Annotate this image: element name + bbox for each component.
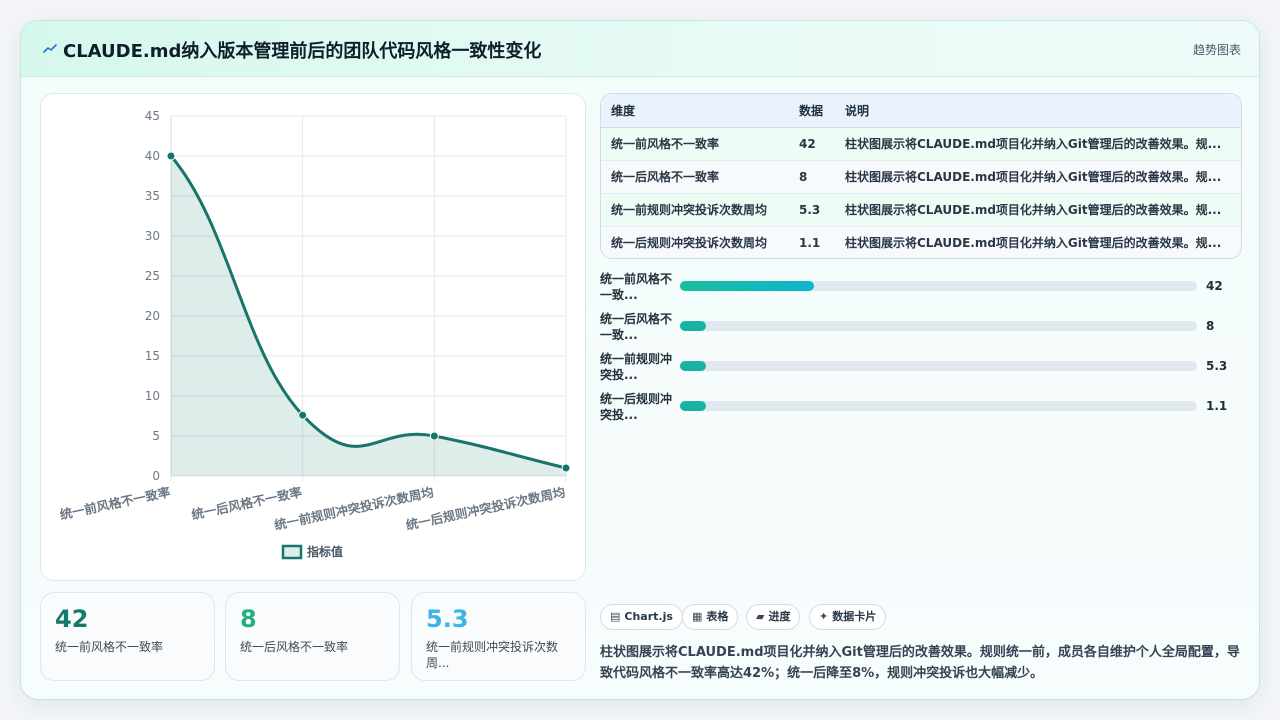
table-header-description: 说明	[835, 94, 1241, 128]
progress-fill	[680, 321, 706, 331]
progress-row: 统一前风格不一致... 42	[600, 271, 1242, 303]
progress-track	[680, 361, 1197, 371]
chip-label: 进度	[768, 610, 791, 623]
table-cell-description: 柱状图展示将CLAUDE.md项目化并纳入Git管理后的改善效果。规...	[835, 159, 1241, 193]
table-cell-value: 5.3	[789, 192, 835, 226]
card-header: CLAUDE.md纳入版本管理前后的团队代码风格一致性变化 趋势图表	[21, 21, 1259, 77]
stat-label: 统一后风格不一致率	[240, 640, 349, 654]
chip-label: Chart.js	[624, 610, 673, 623]
progress-track	[680, 281, 1197, 291]
page-title: CLAUDE.md纳入版本管理前后的团队代码风格一致性变化	[63, 41, 542, 62]
y-tick-label: 40	[145, 149, 160, 163]
progress-icon: ▰	[756, 610, 765, 623]
progress-row: 统一前规则冲突投... 5.3	[600, 351, 1242, 383]
stat-card: 8 统一后风格不一致率	[225, 592, 400, 681]
data-point	[298, 410, 308, 420]
y-tick-label: 5	[152, 429, 160, 443]
line-chart-panel: 0 5 10 15 20 25 30 35 40 45 统一前风格不一致率 统一后风格不一致率 统一前规…	[40, 93, 586, 581]
table-cell-dimension: 统一前风格不一致率	[601, 126, 789, 160]
y-tick-label: 30	[145, 229, 160, 243]
y-tick-label: 45	[145, 109, 160, 123]
summary-text: 柱状图展示将CLAUDE.md项目化并纳入Git管理后的改善效果。规则统一前，成…	[600, 645, 1240, 681]
table-cell-description: 柱状图展示将CLAUDE.md项目化并纳入Git管理后的改善效果。规...	[835, 225, 1241, 258]
table-icon: ▦	[692, 610, 703, 623]
chart-type-tag: 趋势图表	[1192, 43, 1241, 57]
stat-value: 42	[55, 605, 89, 633]
table-header-row: 维度 数据 说明	[601, 94, 1241, 128]
data-point	[429, 431, 439, 441]
chip-progress[interactable]: ▰ 进度	[746, 604, 801, 630]
table-header-dimension: 维度	[601, 94, 789, 128]
y-tick-label: 25	[145, 269, 160, 283]
progress-label: 统一前风格不一致...	[600, 272, 673, 302]
trend-icon	[43, 44, 57, 53]
progress-label: 统一前规则冲突投...	[600, 352, 673, 382]
y-tick-label: 0	[152, 469, 160, 483]
progress-label: 统一后规则冲突投...	[600, 392, 673, 422]
data-table: 维度 数据 说明 统一前风格不一致率 42 柱状图展示将CLAUDE.md项目化…	[600, 93, 1242, 259]
table-row: 统一前规则冲突投诉次数周均 5.3 柱状图展示将CLAUDE.md项目化并纳入G…	[601, 192, 1241, 226]
table-cell-dimension: 统一后风格不一致率	[601, 159, 789, 193]
table-cell-description: 柱状图展示将CLAUDE.md项目化并纳入Git管理后的改善效果。规...	[835, 192, 1241, 226]
table-cell-dimension: 统一前规则冲突投诉次数周均	[601, 192, 789, 226]
chip-chartjs[interactable]: ▤ Chart.js	[600, 604, 683, 630]
y-tick-label: 20	[145, 309, 160, 323]
chart-icon: ▤	[610, 610, 621, 623]
stat-card: 42 统一前风格不一致率	[40, 592, 215, 681]
progress-fill	[680, 361, 706, 371]
table-cell-dimension: 统一后规则冲突投诉次数周均	[601, 225, 789, 258]
table-header-value: 数据	[789, 94, 835, 128]
chip-table[interactable]: ▦ 表格	[682, 604, 739, 630]
progress-value: 5.3	[1206, 359, 1228, 373]
progress-track	[680, 401, 1197, 411]
stat-label: 统一前风格不一致率	[55, 640, 164, 654]
sparkle-icon: ✦	[819, 610, 829, 623]
y-tick-label: 10	[145, 389, 160, 403]
dashboard-card: CLAUDE.md纳入版本管理前后的团队代码风格一致性变化 趋势图表 0 5 10 1…	[20, 20, 1260, 700]
chip-data-cards[interactable]: ✦ 数据卡片	[809, 604, 887, 630]
progress-track	[680, 321, 1197, 331]
legend-swatch	[281, 544, 303, 560]
progress-value: 8	[1206, 319, 1215, 333]
table-row: 统一后风格不一致率 8 柱状图展示将CLAUDE.md项目化并纳入Git管理后的…	[601, 159, 1241, 193]
x-tick-label: 统一前风格不一致率	[58, 484, 172, 522]
chip-label: 表格	[706, 610, 729, 623]
data-point	[561, 463, 571, 473]
table-cell-value: 1.1	[789, 225, 835, 258]
progress-value: 1.1	[1206, 399, 1228, 413]
table-row: 统一前风格不一致率 42 柱状图展示将CLAUDE.md项目化并纳入Git管理后…	[601, 126, 1241, 160]
table-row: 统一后规则冲突投诉次数周均 1.1 柱状图展示将CLAUDE.md项目化并纳入G…	[601, 225, 1241, 258]
chip-label: 数据卡片	[832, 610, 877, 623]
progress-row: 统一后规则冲突投... 1.1	[600, 391, 1242, 423]
stat-label: 统一前规则冲突投诉次数周...	[426, 640, 559, 670]
table-cell-description: 柱状图展示将CLAUDE.md项目化并纳入Git管理后的改善效果。规...	[835, 126, 1241, 160]
progress-fill	[680, 281, 815, 291]
stat-value: 8	[240, 605, 257, 633]
y-tick-label: 35	[145, 189, 160, 203]
line-chart: 051015202530354045统一前风格不一致率 统一后风格不一致率统一前规…	[58, 109, 571, 560]
table-cell-value: 8	[789, 159, 835, 193]
stat-value: 5.3	[426, 605, 469, 633]
progress-fill	[680, 401, 706, 411]
progress-row: 统一后风格不一致... 8	[600, 311, 1242, 343]
data-point	[166, 151, 176, 161]
stat-card: 5.3 统一前规则冲突投诉次数周...	[411, 592, 586, 681]
progress-value: 42	[1206, 279, 1223, 293]
y-tick-label: 15	[145, 349, 160, 363]
progress-label: 统一后风格不一致...	[600, 312, 673, 342]
legend-label: 指标值	[307, 544, 343, 559]
table-cell-value: 42	[789, 126, 835, 160]
